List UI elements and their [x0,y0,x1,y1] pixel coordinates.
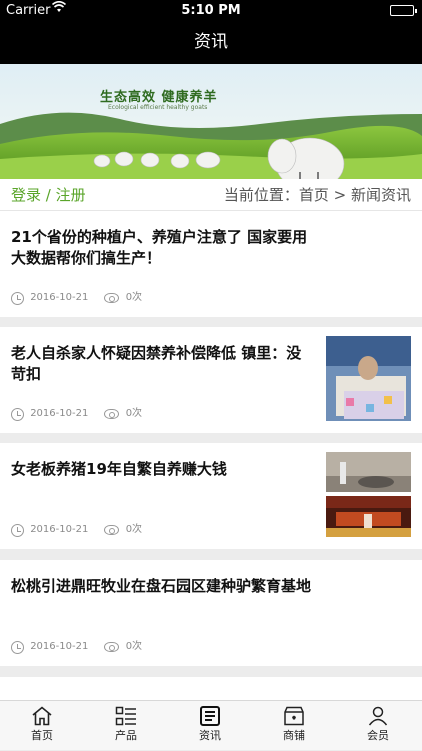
nav-bar: 资讯 [0,20,422,64]
banner-headline: 生态高效 健康养羊 [100,90,218,105]
tab-shop[interactable]: 商铺 [252,701,336,751]
article-views: 0次 [125,292,143,303]
article-views: 0次 [125,641,143,652]
tab-bar: 首页 产品 资讯 商铺 会员 [0,700,422,750]
list-item[interactable]: 21个省份的种植户、养殖户注意了 国家要用大数据帮你们搞生产！ 2016-10-… [0,211,422,317]
article-meta: 2016-10-21 0次 [11,523,142,537]
battery-icon [390,5,417,16]
tab-label: 资讯 [199,729,221,742]
article-meta: 2016-10-21 0次 [11,407,142,421]
list-item[interactable]: 老人自杀家人怀疑因禁养补偿降低 镇里：没苛扣 2016-10-21 0次 [0,327,422,433]
article-views: 0次 [125,408,143,419]
article-title[interactable]: 21个省份的种植户、养殖户注意了 国家要用大数据帮你们搞生产！ [11,227,311,269]
tab-label: 会员 [367,729,389,742]
eye-icon [103,409,119,419]
clock-time: 5:10 PM [181,3,241,18]
banner-image[interactable]: 生态高效 健康养羊 Ecological efficient healthy g… [0,64,422,179]
tab-label: 首页 [31,729,53,742]
article-date: 2016-10-21 [30,408,89,419]
clock-icon [11,407,24,421]
banner-subline: Ecological efficient healthy goats [108,104,208,111]
status-bar: Carrier 5:10 PM [0,0,422,20]
article-meta: 2016-10-21 0次 [11,291,142,305]
eye-icon [103,293,119,303]
tab-member[interactable]: 会员 [336,701,420,751]
register-link[interactable]: 注册 [56,186,86,204]
shop-icon [284,706,304,726]
article-thumbnail[interactable] [326,452,411,537]
article-date: 2016-10-21 [30,524,89,535]
article-title[interactable]: 松桃引进鼎旺牧业在盘石园区建种驴繁育基地 [11,576,311,597]
tab-news[interactable]: 资讯 [168,701,252,751]
article-views: 0次 [125,524,143,535]
breadcrumb: 当前位置：首页 > 新闻资讯 [223,186,411,204]
article-meta: 2016-10-21 0次 [11,640,142,654]
clock-icon [11,523,24,537]
list-item[interactable]: 女老板养猪19年自繁自养赚大钱 2016-10-21 0次 [0,443,422,549]
list-icon [115,706,136,726]
article-date: 2016-10-21 [30,292,89,303]
eye-icon [103,642,119,652]
user-icon [368,706,388,726]
tab-label: 产品 [115,729,137,742]
article-title[interactable]: 女老板养猪19年自繁自养赚大钱 [11,459,311,480]
tab-products[interactable]: 产品 [84,701,168,751]
tab-home[interactable]: 首页 [0,701,84,751]
article-title[interactable]: 老人自杀家人怀疑因禁养补偿降低 镇里：没苛扣 [11,343,311,385]
page-title: 资讯 [194,32,228,52]
tab-label: 商铺 [283,729,305,742]
auth-separator: / [41,186,56,204]
auth-links: 登录 / 注册 [11,179,86,211]
clock-icon [11,291,24,305]
clock-icon [11,640,24,654]
article-thumbnail[interactable] [326,336,411,421]
news-icon [200,706,220,726]
article-date: 2016-10-21 [30,641,89,652]
eye-icon [103,525,119,535]
home-icon [32,706,52,726]
location-bar: 登录 / 注册 当前位置：首页 > 新闻资讯 [0,179,422,211]
login-link[interactable]: 登录 [11,186,41,204]
list-item[interactable]: 松桃引进鼎旺牧业在盘石园区建种驴繁育基地 2016-10-21 0次 [0,560,422,666]
